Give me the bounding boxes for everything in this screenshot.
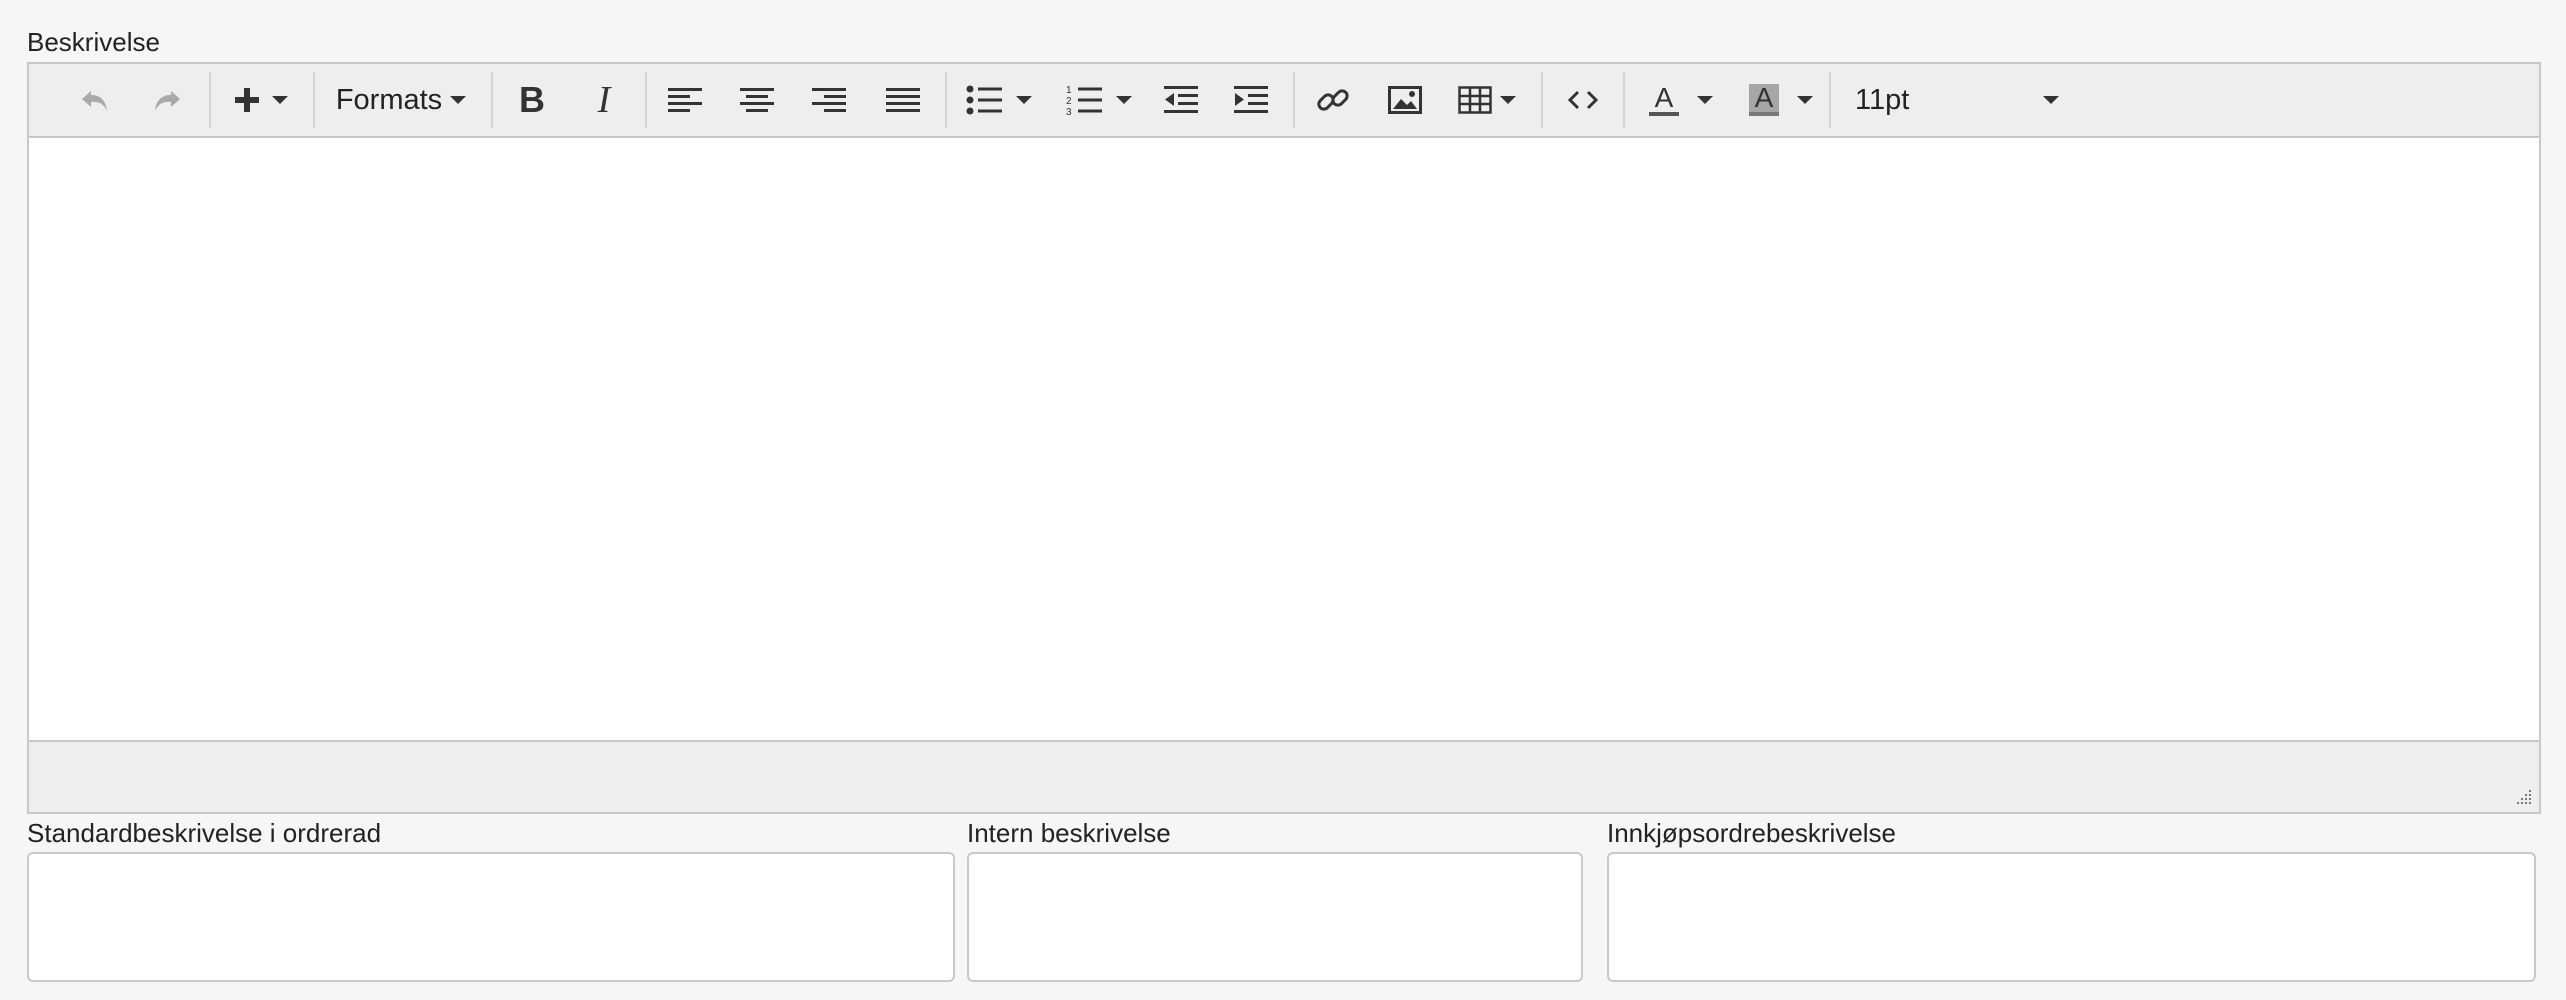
redo-button[interactable]	[141, 70, 193, 130]
editor-content-area[interactable]	[29, 138, 2539, 740]
editor-statusbar	[29, 740, 2539, 812]
bullet-list-icon	[966, 85, 1002, 115]
link-icon	[1316, 83, 1350, 117]
rich-text-editor: Formats B I 1 2 3 A A 11pt	[27, 62, 2541, 814]
chevron-down-icon	[2043, 96, 2059, 104]
table-icon	[1458, 86, 1492, 114]
indent-icon	[1234, 85, 1268, 115]
toolbar-separator	[491, 72, 493, 128]
text-color-icon: A	[1647, 83, 1681, 117]
editor-toolbar: Formats B I 1 2 3 A A 11pt	[29, 64, 2539, 138]
chevron-down-icon	[272, 96, 288, 104]
svg-text:A: A	[1655, 83, 1674, 113]
insert-button[interactable]	[225, 70, 295, 130]
redo-icon	[151, 84, 183, 116]
svg-text:A: A	[1755, 83, 1774, 113]
link-button[interactable]	[1307, 70, 1359, 130]
text-color-button[interactable]: A	[1639, 70, 1721, 130]
svg-text:1: 1	[1066, 85, 1072, 96]
toolbar-separator	[313, 72, 315, 128]
standard-description-label: Standardbeskrivelse i ordrerad	[27, 818, 382, 848]
svg-text:I: I	[597, 83, 613, 117]
align-left-icon	[668, 86, 702, 114]
toolbar-separator	[1623, 72, 1625, 128]
formats-label: Formats	[335, 84, 443, 116]
toolbar-separator	[945, 72, 947, 128]
code-button[interactable]	[1557, 70, 1609, 130]
bullet-list-button[interactable]	[959, 70, 1039, 130]
svg-text:B: B	[519, 83, 545, 117]
internal-description-input[interactable]	[967, 852, 1583, 982]
numbered-list-button[interactable]: 123	[1059, 70, 1139, 130]
bold-button[interactable]: B	[507, 70, 557, 130]
outdent-icon	[1164, 85, 1198, 115]
toolbar-separator	[1293, 72, 1295, 128]
undo-icon	[79, 84, 111, 116]
italic-icon: I	[589, 83, 619, 117]
chevron-down-icon	[1697, 96, 1713, 104]
toolbar-separator	[1541, 72, 1543, 128]
align-justify-button[interactable]	[877, 70, 929, 130]
font-size-dropdown[interactable]: 11pt	[1841, 70, 2071, 130]
internal-description-label: Intern beskrivelse	[967, 818, 1171, 848]
chevron-down-icon	[450, 96, 467, 104]
chevron-down-icon	[1016, 96, 1032, 104]
purchase-order-description-input[interactable]	[1607, 852, 2536, 982]
undo-button[interactable]	[69, 70, 121, 130]
align-left-button[interactable]	[659, 70, 711, 130]
chevron-down-icon	[1500, 96, 1516, 104]
bold-icon: B	[517, 83, 547, 117]
align-center-icon	[740, 86, 774, 114]
toolbar-separator	[1829, 72, 1831, 128]
align-right-button[interactable]	[803, 70, 855, 130]
toolbar-separator	[645, 72, 647, 128]
outdent-button[interactable]	[1155, 70, 1207, 130]
image-icon	[1388, 86, 1422, 114]
code-icon	[1567, 88, 1599, 112]
plus-icon	[232, 85, 262, 115]
chevron-down-icon	[1797, 96, 1813, 104]
chevron-down-icon	[1116, 96, 1132, 104]
italic-button[interactable]: I	[579, 70, 629, 130]
table-button[interactable]	[1451, 70, 1523, 130]
align-justify-icon	[886, 86, 920, 114]
description-label: Beskrivelse	[27, 27, 160, 57]
purchase-order-description-label: Innkjøpsordrebeskrivelse	[1607, 818, 1897, 848]
numbered-list-icon: 123	[1066, 84, 1102, 116]
standard-description-input[interactable]	[27, 852, 955, 982]
resize-handle-icon[interactable]	[2513, 786, 2533, 806]
image-button[interactable]	[1379, 70, 1431, 130]
align-right-icon	[812, 86, 846, 114]
svg-text:2: 2	[1066, 96, 1072, 107]
svg-text:3: 3	[1066, 107, 1072, 116]
indent-button[interactable]	[1225, 70, 1277, 130]
background-color-button[interactable]: A	[1739, 70, 1821, 130]
font-size-value: 11pt	[1855, 84, 1910, 116]
toolbar-separator	[209, 72, 211, 128]
align-center-button[interactable]	[731, 70, 783, 130]
background-color-icon: A	[1747, 83, 1781, 117]
formats-dropdown[interactable]: Formats	[329, 70, 473, 130]
